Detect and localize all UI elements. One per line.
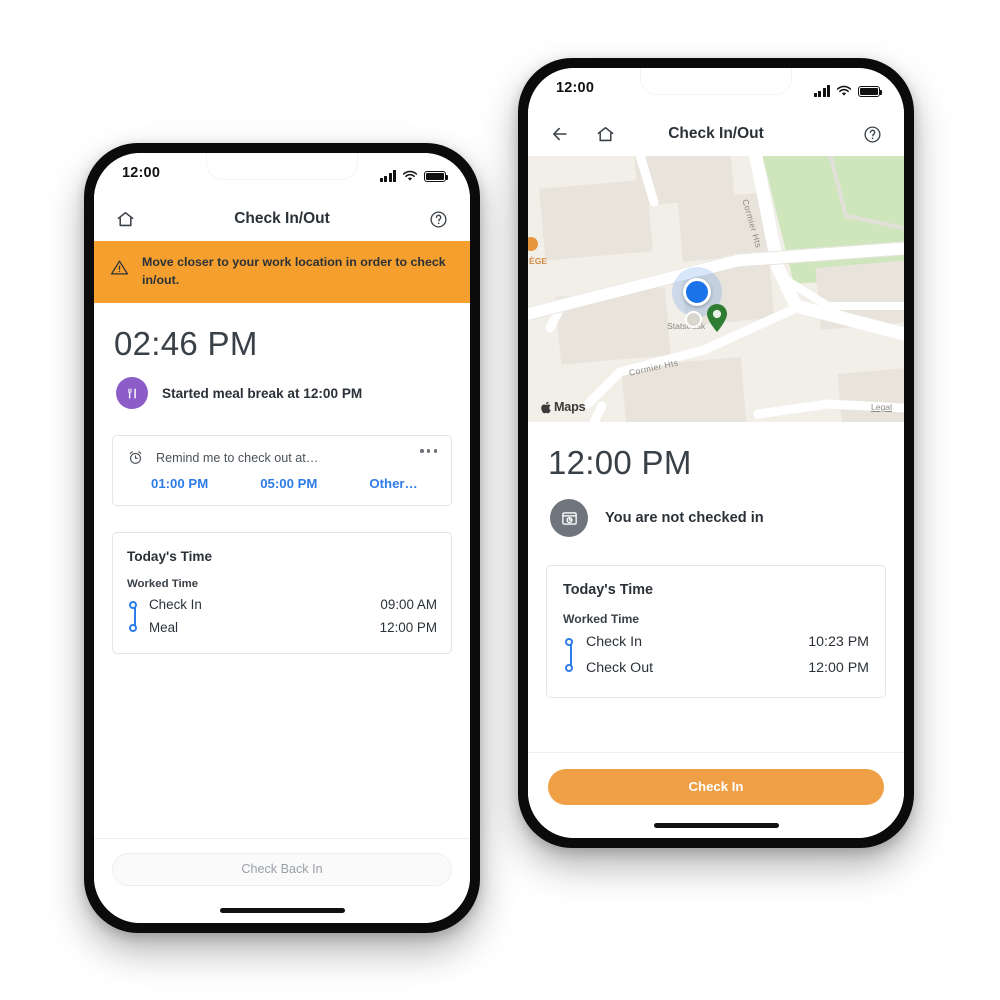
table-row: Check In 09:00 AM xyxy=(113,593,451,616)
phone-screen-left: 12:00 Check In/Out Move closer to your w… xyxy=(94,153,470,923)
phone-device-left: 12:00 Check In/Out Move closer to your w… xyxy=(84,143,480,933)
screenshot-canvas: 12:00 Check In/Out Move closer to your w… xyxy=(0,0,1000,1000)
check-in-status-text: You are not checked in xyxy=(605,510,764,526)
todays-time-title: Today's Time xyxy=(563,582,654,598)
reminder-header: Remind me to check out at… xyxy=(113,436,451,466)
timeline-dot xyxy=(129,623,137,632)
screen-content-left: 02:46 PM Started meal break at 12:00 PM xyxy=(94,303,470,655)
reminder-option-other[interactable]: Other… xyxy=(369,476,417,491)
banner-text: Move closer to your work location in ord… xyxy=(142,255,446,287)
page-title: Check In/Out xyxy=(234,210,330,227)
navigation-bar: Check In/Out xyxy=(528,112,904,156)
time-entry-value: 12:00 PM xyxy=(808,660,869,676)
battery-full-icon xyxy=(424,171,449,182)
screen-content-right: 12:00 PM You are not checked in Today's … xyxy=(528,422,904,698)
page-title: Check In/Out xyxy=(668,125,764,142)
status-bar-time: 12:00 xyxy=(556,80,595,96)
status-bar-icons xyxy=(379,166,449,182)
phone-device-right: 12:00 Check In/Out Cormier Hts Cormier H… xyxy=(518,58,914,848)
navigation-bar: Check In/Out xyxy=(94,197,470,241)
footer-left: Check Back In xyxy=(94,838,470,923)
footer-right: Check In xyxy=(528,752,904,838)
map-canvas xyxy=(528,156,904,422)
apple-maps-attribution: Maps xyxy=(541,400,586,414)
location-warning-banner: Move closer to your work location in ord… xyxy=(94,241,470,304)
question-circle-icon[interactable] xyxy=(429,210,448,229)
check-in-button[interactable]: Check In xyxy=(548,769,884,806)
apple-logo-icon xyxy=(541,401,551,413)
time-entry-value: 12:00 PM xyxy=(379,620,437,636)
meal-utensils-icon xyxy=(116,377,148,410)
todays-time-card: Today's Time Worked Time Check In 09:00 … xyxy=(112,532,452,655)
wifi-icon xyxy=(402,170,418,181)
todays-time-title: Today's Time xyxy=(127,549,213,565)
cellular-signal-icon xyxy=(379,170,396,182)
cellular-signal-icon xyxy=(813,85,830,97)
timeline-dot xyxy=(129,600,137,609)
home-indicator xyxy=(219,908,345,913)
reminder-option-1[interactable]: 01:00 PM xyxy=(151,476,208,491)
table-row: Check In 10:23 PM xyxy=(547,629,885,655)
home-indicator xyxy=(653,823,779,828)
time-entry-list: Check In 09:00 AM Meal 12:00 PM xyxy=(113,590,451,653)
status-bar-time: 12:00 xyxy=(122,165,161,181)
reminder-label: Remind me to check out at… xyxy=(156,450,319,465)
table-row: Meal 12:00 PM xyxy=(113,616,451,639)
status-bar: 12:00 xyxy=(94,153,470,197)
alarm-clock-icon xyxy=(129,451,142,465)
maps-label: Maps xyxy=(554,400,586,414)
map-poi-label: ÈGE xyxy=(529,256,548,266)
time-entry-label: Check In xyxy=(586,634,642,650)
worked-time-subtitle: Worked Time xyxy=(127,578,199,591)
reminder-card: Remind me to check out at… 01:00 PM 05:0… xyxy=(112,435,452,507)
timecard-icon xyxy=(550,499,588,537)
device-notch xyxy=(207,153,357,179)
check-in-status-row: Started meal break at 12:00 PM xyxy=(94,363,470,410)
check-in-status-row: You are not checked in xyxy=(528,482,904,537)
reminder-options: 01:00 PM 05:00 PM Other… xyxy=(113,466,451,505)
todays-time-card: Today's Time Worked Time Check In 10:23 … xyxy=(546,565,886,698)
current-time-display: 02:46 PM xyxy=(114,325,258,363)
time-entry-list: Check In 10:23 PM Check Out 12:00 PM xyxy=(547,626,885,697)
table-row: Check Out 12:00 PM xyxy=(547,655,885,681)
time-entry-value: 09:00 AM xyxy=(380,597,437,613)
check-in-status-text: Started meal break at 12:00 PM xyxy=(162,385,363,401)
time-entry-value: 10:23 PM xyxy=(808,634,869,650)
blue-location-dot xyxy=(683,278,711,306)
time-entry-label: Check In xyxy=(149,597,202,613)
check-back-in-button[interactable]: Check Back In xyxy=(112,853,452,887)
status-bar: 12:00 xyxy=(528,68,904,112)
phone-screen-right: 12:00 Check In/Out Cormier Hts Cormier H… xyxy=(528,68,904,838)
grey-place-dot xyxy=(685,311,702,328)
time-entry-label: Check Out xyxy=(586,660,654,676)
reminder-option-2[interactable]: 05:00 PM xyxy=(260,476,317,491)
wifi-icon xyxy=(836,85,852,96)
location-map[interactable]: Cormier Hts Cormier Hts Statstrask ÈGE M… xyxy=(528,156,904,422)
current-time-display: 12:00 PM xyxy=(548,444,692,481)
timeline-dot xyxy=(565,664,573,672)
more-horizontal-icon[interactable] xyxy=(420,449,437,453)
warning-triangle-icon xyxy=(110,260,129,275)
time-entry-label: Meal xyxy=(149,620,179,636)
status-bar-icons xyxy=(813,81,883,97)
device-notch xyxy=(641,68,791,94)
worked-time-subtitle: Worked Time xyxy=(563,612,640,626)
map-legal-link[interactable]: Legal xyxy=(871,402,892,412)
battery-full-icon xyxy=(858,86,883,97)
green-map-pin xyxy=(707,304,727,332)
timeline-dot xyxy=(565,638,573,646)
question-circle-icon[interactable] xyxy=(863,125,882,144)
